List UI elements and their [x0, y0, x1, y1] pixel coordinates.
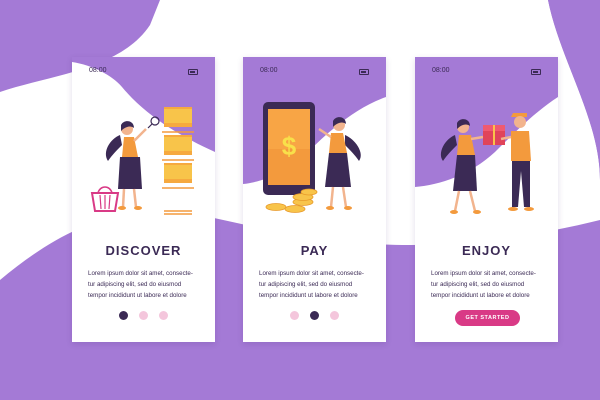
pagination-dots: [243, 311, 386, 321]
onboarding-screen-discover: 08:00 DISCOVER Lorem ipsum dolor sit ame…: [72, 57, 215, 342]
onboarding-screen-pay: 08:00 $ PAY Lorem ipsum dolor sit amet, …: [243, 57, 386, 342]
screen-title: DISCOVER: [105, 243, 182, 258]
description-line: tur adipiscing elit, sed do eiusmod: [88, 281, 182, 288]
gift-box-icon: [483, 125, 505, 145]
woman-figure: [440, 119, 484, 214]
page-dot-active[interactable]: [310, 311, 319, 320]
screen-title: PAY: [300, 243, 329, 258]
page-dot[interactable]: [290, 311, 299, 320]
magnifier-icon: [147, 116, 160, 129]
woman-figure: [105, 121, 147, 210]
shopping-basket-icon: [90, 186, 120, 212]
enjoy-illustration: [440, 113, 534, 214]
description-line: tempor incididunt ut labore et dolore: [88, 292, 187, 299]
screen-title: ENJOY: [461, 243, 512, 258]
page-dot[interactable]: [330, 311, 339, 320]
description-line: tempor incididunt ut labore et dolore: [431, 292, 530, 299]
description-line: tur adipiscing elit, sed do eiusmod: [431, 281, 525, 288]
description-line: Lorem ipsum dolor sit amet, consecte-: [88, 270, 193, 277]
product-boxes: [162, 107, 194, 215]
onboarding-screen-enjoy: 08:00 ENJOY Lorem ipsum dolor sit amet, …: [415, 57, 558, 342]
screen-description: Lorem ipsum dolor sit amet, consecte- tu…: [259, 268, 373, 301]
page-dot[interactable]: [139, 311, 148, 320]
get-started-button[interactable]: GET STARTED: [455, 310, 520, 326]
description-line: Lorem ipsum dolor sit amet, consecte-: [259, 270, 364, 277]
page-dot-active[interactable]: [119, 311, 128, 320]
delivery-man-figure: [500, 113, 534, 211]
pagination-dots: [72, 311, 215, 321]
woman-figure: [318, 117, 361, 210]
dollar-icon: $: [282, 131, 297, 161]
description-line: Lorem ipsum dolor sit amet, consecte-: [431, 270, 536, 277]
description-line: tur adipiscing elit, sed do eiusmod: [259, 281, 353, 288]
description-line: tempor incididunt ut labore et dolore: [259, 292, 358, 299]
screen-description: Lorem ipsum dolor sit amet, consecte- tu…: [88, 268, 202, 301]
pay-illustration: $: [263, 102, 361, 213]
screen-description: Lorem ipsum dolor sit amet, consecte- tu…: [431, 268, 545, 301]
discover-illustration: [90, 107, 194, 215]
page-dot[interactable]: [159, 311, 168, 320]
